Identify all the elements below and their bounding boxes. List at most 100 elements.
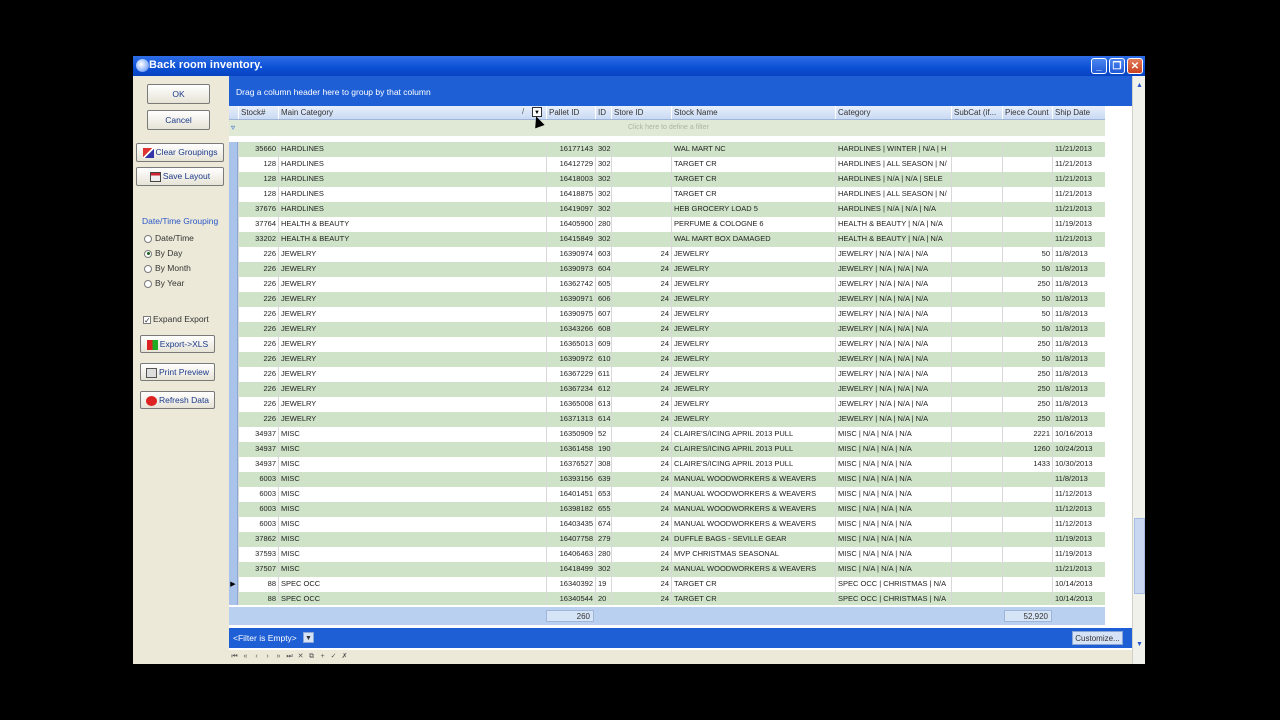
cell-pallet-id[interactable]: 16340392 bbox=[546, 577, 595, 592]
cell-store-id[interactable] bbox=[611, 187, 671, 202]
cell-store-id[interactable]: 24 bbox=[611, 352, 671, 367]
filter-dropdown-icon[interactable]: ▼ bbox=[303, 632, 314, 643]
cell-main-category[interactable]: MISC bbox=[278, 442, 546, 457]
cell-pallet-id[interactable]: 16371313 bbox=[546, 412, 595, 427]
cell-main-category[interactable]: HARDLINES bbox=[278, 157, 546, 172]
cell-stock-name[interactable]: MANUAL WOODWORKERS & WEAVERS bbox=[671, 502, 835, 517]
cell-main-category[interactable]: JEWELRY bbox=[278, 397, 546, 412]
cell-stock-number[interactable]: 226 bbox=[238, 412, 278, 427]
cell-store-id[interactable] bbox=[611, 217, 671, 232]
row-indicator[interactable] bbox=[229, 322, 238, 337]
cell-subcat[interactable] bbox=[951, 187, 1002, 202]
cell-ship-date[interactable]: 11/8/2013 bbox=[1052, 292, 1105, 307]
cell-stock-number[interactable]: 226 bbox=[238, 292, 278, 307]
cell-id[interactable]: 302 bbox=[595, 172, 611, 187]
cell-subcat[interactable] bbox=[951, 487, 1002, 502]
cell-stock-number[interactable]: 226 bbox=[238, 337, 278, 352]
table-row[interactable]: 6003 MISC 16393156 639 24 MANUAL WOODWORKERS … bbox=[229, 472, 1105, 487]
table-row[interactable]: 226 JEWELRY 16367234 612 24 JEWELRY JEWELRY | … bbox=[229, 382, 1105, 397]
cell-category[interactable]: JEWELRY | N/A | N/A | N/A bbox=[835, 337, 951, 352]
cancel-button[interactable]: Cancel bbox=[147, 110, 210, 130]
navigator-button-icon[interactable]: › bbox=[262, 650, 273, 664]
cell-ship-date[interactable]: 11/21/2013 bbox=[1052, 562, 1105, 577]
cell-subcat[interactable] bbox=[951, 337, 1002, 352]
cell-pallet-id[interactable]: 16418003 bbox=[546, 172, 595, 187]
cell-main-category[interactable]: HARDLINES bbox=[278, 172, 546, 187]
row-indicator[interactable] bbox=[229, 292, 238, 307]
cell-category[interactable]: JEWELRY | N/A | N/A | N/A bbox=[835, 262, 951, 277]
cell-stock-number[interactable]: 88 bbox=[238, 577, 278, 592]
cell-ship-date[interactable]: 11/8/2013 bbox=[1052, 382, 1105, 397]
cell-ship-date[interactable]: 10/30/2013 bbox=[1052, 457, 1105, 472]
cell-stock-number[interactable]: 34937 bbox=[238, 442, 278, 457]
cell-stock-name[interactable]: MANUAL WOODWORKERS & WEAVERS bbox=[671, 517, 835, 532]
cell-piece-count[interactable] bbox=[1002, 502, 1052, 517]
cell-store-id[interactable]: 24 bbox=[611, 307, 671, 322]
table-row[interactable]: 37593 MISC 16406463 280 24 MVP CHRISTMAS SEAS… bbox=[229, 547, 1105, 562]
cell-piece-count[interactable] bbox=[1002, 532, 1052, 547]
cell-stock-name[interactable]: WAL MART NC bbox=[671, 142, 835, 157]
cell-store-id[interactable]: 24 bbox=[611, 502, 671, 517]
cell-stock-name[interactable]: HEB GROCERY LOAD 5 bbox=[671, 202, 835, 217]
cell-main-category[interactable]: MISC bbox=[278, 457, 546, 472]
cell-category[interactable]: JEWELRY | N/A | N/A | N/A bbox=[835, 397, 951, 412]
cell-id[interactable]: 655 bbox=[595, 502, 611, 517]
cell-ship-date[interactable]: 11/8/2013 bbox=[1052, 352, 1105, 367]
cell-ship-date[interactable]: 11/21/2013 bbox=[1052, 172, 1105, 187]
cell-main-category[interactable]: HARDLINES bbox=[278, 202, 546, 217]
cell-main-category[interactable]: MISC bbox=[278, 532, 546, 547]
cell-stock-name[interactable]: JEWELRY bbox=[671, 367, 835, 382]
cell-store-id[interactable]: 24 bbox=[611, 442, 671, 457]
table-row[interactable]: 37862 MISC 16407758 279 24 DUFFLE BAGS - SEVI… bbox=[229, 532, 1105, 547]
cell-ship-date[interactable]: 11/8/2013 bbox=[1052, 397, 1105, 412]
vertical-scrollbar[interactable]: ▲ ▼ bbox=[1132, 76, 1145, 664]
cell-id[interactable]: 606 bbox=[595, 292, 611, 307]
cell-piece-count[interactable]: 250 bbox=[1002, 412, 1052, 427]
cell-main-category[interactable]: JEWELRY bbox=[278, 247, 546, 262]
cell-category[interactable]: JEWELRY | N/A | N/A | N/A bbox=[835, 352, 951, 367]
ok-button[interactable]: OK bbox=[147, 84, 210, 104]
table-row[interactable]: 226 JEWELRY 16367229 611 24 JEWELRY JEWELRY | … bbox=[229, 367, 1105, 382]
title-bar[interactable]: Back room inventory. _ ❐ ✕ bbox=[133, 56, 1145, 76]
cell-piece-count[interactable]: 50 bbox=[1002, 352, 1052, 367]
cell-category[interactable]: JEWELRY | N/A | N/A | N/A bbox=[835, 412, 951, 427]
cell-ship-date[interactable]: 11/8/2013 bbox=[1052, 307, 1105, 322]
customize-button[interactable]: Customize... bbox=[1072, 631, 1123, 645]
cell-stock-number[interactable]: 37764 bbox=[238, 217, 278, 232]
cell-pallet-id[interactable]: 16390975 bbox=[546, 307, 595, 322]
cell-ship-date[interactable]: 11/8/2013 bbox=[1052, 367, 1105, 382]
cell-stock-number[interactable]: 6003 bbox=[238, 517, 278, 532]
column-header-store-id[interactable]: Store ID bbox=[611, 106, 671, 119]
cell-main-category[interactable]: JEWELRY bbox=[278, 307, 546, 322]
cell-main-category[interactable]: JEWELRY bbox=[278, 262, 546, 277]
column-header-subcat[interactable]: SubCat (if... bbox=[951, 106, 1002, 119]
cell-piece-count[interactable]: 250 bbox=[1002, 382, 1052, 397]
cell-id[interactable]: 302 bbox=[595, 187, 611, 202]
cell-id[interactable]: 610 bbox=[595, 352, 611, 367]
table-row[interactable]: 34937 MISC 16350909 52 24 CLAIRE'S/ICING APRI… bbox=[229, 427, 1105, 442]
minimize-button[interactable]: _ bbox=[1091, 58, 1107, 74]
cell-ship-date[interactable]: 11/12/2013 bbox=[1052, 502, 1105, 517]
row-indicator[interactable] bbox=[229, 277, 238, 292]
cell-pallet-id[interactable]: 16390973 bbox=[546, 262, 595, 277]
column-header-pallet-id[interactable]: Pallet ID bbox=[546, 106, 595, 119]
cell-piece-count[interactable]: 50 bbox=[1002, 247, 1052, 262]
cell-stock-number[interactable]: 226 bbox=[238, 307, 278, 322]
cell-store-id[interactable]: 24 bbox=[611, 457, 671, 472]
cell-id[interactable]: 20 bbox=[595, 592, 611, 605]
cell-stock-name[interactable]: JEWELRY bbox=[671, 292, 835, 307]
cell-ship-date[interactable]: 11/21/2013 bbox=[1052, 157, 1105, 172]
cell-piece-count[interactable]: 250 bbox=[1002, 367, 1052, 382]
cell-stock-name[interactable]: TARGET CR bbox=[671, 592, 835, 605]
cell-main-category[interactable]: MISC bbox=[278, 562, 546, 577]
cell-ship-date[interactable]: 11/8/2013 bbox=[1052, 412, 1105, 427]
cell-main-category[interactable]: MISC bbox=[278, 427, 546, 442]
cell-id[interactable]: 609 bbox=[595, 337, 611, 352]
cell-category[interactable]: HARDLINES | WINTER | N/A | H bbox=[835, 142, 951, 157]
row-indicator[interactable] bbox=[229, 142, 238, 157]
cell-stock-number[interactable]: 226 bbox=[238, 262, 278, 277]
cell-store-id[interactable]: 24 bbox=[611, 547, 671, 562]
cell-subcat[interactable] bbox=[951, 592, 1002, 605]
cell-store-id[interactable]: 24 bbox=[611, 577, 671, 592]
table-row[interactable]: 226 JEWELRY 16390975 607 24 JEWELRY JEWELRY | … bbox=[229, 307, 1105, 322]
